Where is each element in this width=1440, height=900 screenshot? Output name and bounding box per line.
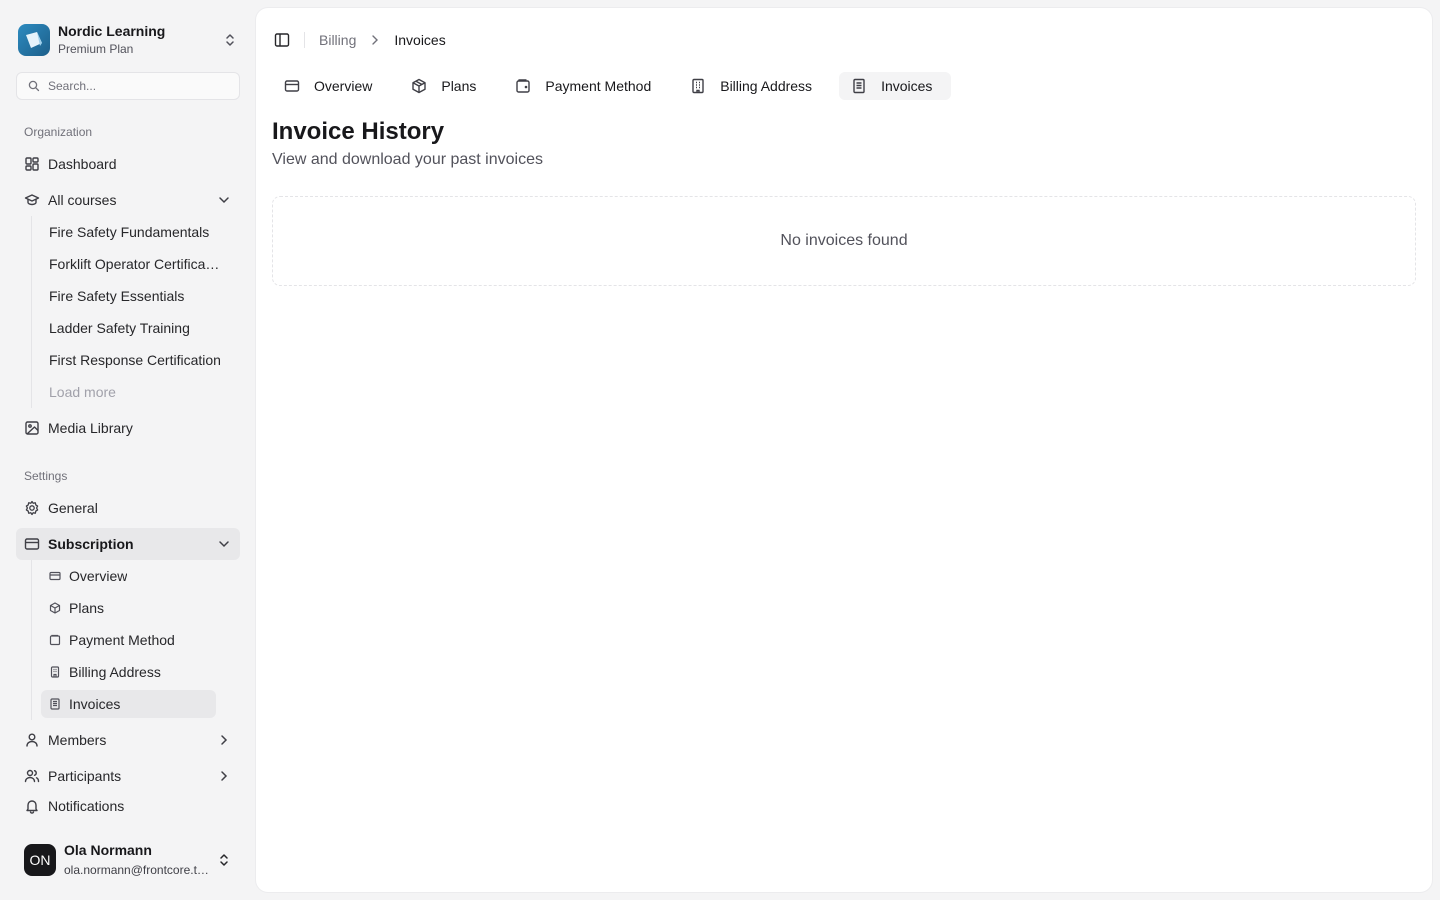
tab-payment-method[interactable]: Payment Method <box>503 72 663 100</box>
org-plan: Premium Plan <box>58 42 134 56</box>
tab-label: Plans <box>441 78 477 94</box>
group-label-organization: Organization <box>24 125 93 139</box>
search-box[interactable] <box>16 72 240 100</box>
wallet-icon <box>515 78 531 94</box>
subscription-item-overview[interactable]: Overview <box>41 562 231 590</box>
building-icon <box>690 78 706 94</box>
chevrons-up-down-icon <box>222 32 238 48</box>
main-panel: Billing Invoices Overview Plans Payment … <box>256 8 1432 892</box>
org-name: Nordic Learning <box>58 23 166 39</box>
package-icon <box>49 602 61 614</box>
user-menu[interactable]: ON Ola Normann ola.normann@frontcore.tec… <box>16 832 240 888</box>
course-item[interactable]: Fire Safety Essentials <box>41 282 231 310</box>
bell-icon <box>24 798 40 814</box>
user-name: Ola Normann <box>64 842 152 858</box>
file-text-icon <box>851 78 867 94</box>
sidebar-item-media-library[interactable]: Media Library <box>16 412 240 444</box>
credit-card-icon <box>24 536 40 552</box>
invoices-empty-state: No invoices found <box>272 196 1416 286</box>
sidebar-item-dashboard[interactable]: Dashboard <box>16 148 240 180</box>
search-icon <box>28 80 40 92</box>
sidebar-item-label: Dashboard <box>48 156 117 172</box>
user-icon <box>24 732 40 748</box>
sidebar-item-participants[interactable]: Participants <box>16 760 240 792</box>
chevron-right-icon <box>216 732 232 748</box>
avatar: ON <box>24 844 56 876</box>
user-email: ola.normann@frontcore.tech <box>64 863 208 877</box>
search-input[interactable] <box>48 79 228 93</box>
course-item[interactable]: Forklift Operator Certification <box>41 250 231 278</box>
sidebar-item-notifications[interactable]: Notifications <box>16 790 240 822</box>
topbar-divider <box>304 32 305 48</box>
building-icon <box>49 666 61 678</box>
users-icon <box>24 768 40 784</box>
sidebar-item-label: Participants <box>48 768 122 784</box>
chevron-right-icon <box>216 768 232 784</box>
page-title: Invoice History <box>272 118 445 145</box>
subscription-item-plans[interactable]: Plans <box>41 594 231 622</box>
chevron-down-icon <box>216 192 232 208</box>
credit-card-icon <box>284 78 300 94</box>
breadcrumb: Billing Invoices <box>319 32 446 48</box>
tab-label: Payment Method <box>545 78 652 94</box>
panel-left-icon <box>274 32 290 48</box>
sidebar-toggle-button[interactable] <box>272 30 292 50</box>
group-label-settings: Settings <box>24 469 68 483</box>
courses-tree-line <box>31 216 32 408</box>
sidebar-item-label: Notifications <box>48 798 125 814</box>
page-subtitle: View and download your past invoices <box>272 151 543 168</box>
breadcrumb-billing[interactable]: Billing <box>319 32 356 48</box>
sidebar-item-label: Subscription <box>48 536 134 552</box>
course-item[interactable]: First Response Certification <box>41 346 231 374</box>
course-item[interactable]: Fire Safety Fundamentals <box>41 218 231 246</box>
course-item[interactable]: Ladder Safety Training <box>41 314 231 342</box>
tab-plans[interactable]: Plans <box>399 72 488 100</box>
sidebar-item-members[interactable]: Members <box>16 724 240 756</box>
tab-billing-address[interactable]: Billing Address <box>678 72 824 100</box>
sidebar-item-all-courses[interactable]: All courses <box>16 184 240 216</box>
file-text-icon <box>49 698 61 710</box>
breadcrumb-current: Invoices <box>394 32 446 48</box>
tab-invoices[interactable]: Invoices <box>839 72 952 100</box>
credit-card-icon <box>49 570 61 582</box>
tab-label: Invoices <box>881 78 933 94</box>
subscription-tree-line <box>31 560 32 720</box>
subscription-item-payment-method[interactable]: Payment Method <box>41 626 231 654</box>
tab-label: Billing Address <box>720 78 813 94</box>
package-icon <box>411 78 427 94</box>
subscription-item-invoices[interactable]: Invoices <box>41 690 216 718</box>
sidebar-item-general[interactable]: General <box>16 492 240 524</box>
sidebar-item-subscription[interactable]: Subscription <box>16 528 240 560</box>
org-logo-icon <box>18 24 50 56</box>
tab-overview[interactable]: Overview <box>272 72 384 100</box>
tab-label: Overview <box>314 78 373 94</box>
org-switcher[interactable]: Nordic Learning Premium Plan <box>10 14 246 66</box>
sidebar-item-label: All courses <box>48 192 117 208</box>
chevrons-up-down-icon <box>216 852 232 868</box>
sidebar-item-label: Members <box>48 732 107 748</box>
image-icon <box>24 420 40 436</box>
sidebar: Nordic Learning Premium Plan Organizatio… <box>0 0 256 900</box>
topbar: Billing Invoices <box>272 28 446 52</box>
chevron-down-icon <box>216 536 232 552</box>
graduation-cap-icon <box>24 192 40 208</box>
empty-message: No invoices found <box>780 232 908 249</box>
dashboard-icon <box>24 156 40 172</box>
load-more-button[interactable]: Load more <box>41 378 231 406</box>
wallet-icon <box>49 634 61 646</box>
chevron-right-icon <box>368 33 382 47</box>
subscription-item-billing-address[interactable]: Billing Address <box>41 658 231 686</box>
gear-icon <box>24 500 40 516</box>
sidebar-item-label: General <box>48 500 98 516</box>
billing-tabs: Overview Plans Payment Method Billing Ad… <box>272 72 966 100</box>
sidebar-item-label: Media Library <box>48 420 133 436</box>
